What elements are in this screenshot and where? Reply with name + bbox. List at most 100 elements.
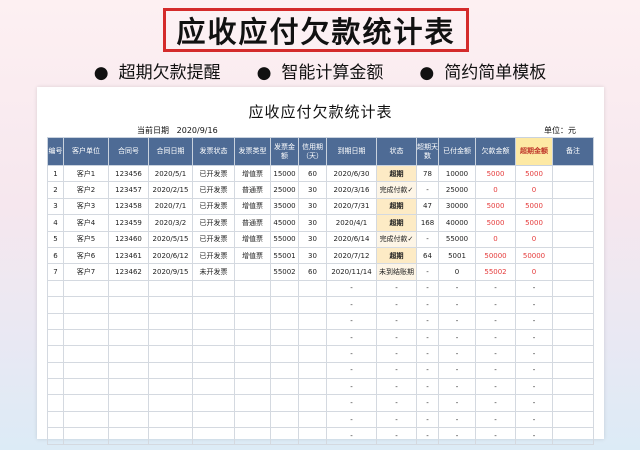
table-cell: - [416,345,439,363]
table-cell: 2020/7/31 [326,197,377,216]
table-cell: 普通票 [234,214,271,232]
table-cell [63,279,109,298]
table-cell: 未到结账期 [376,263,417,281]
table-row: ------ [47,279,594,298]
table-cell [47,279,64,298]
table-cell [234,394,271,412]
table-cell: - [416,279,439,298]
table-cell [270,296,299,314]
table-cell: - [438,410,476,429]
table-cell: - [416,378,439,396]
table-cell: - [475,410,516,429]
table-cell: 增值票 [234,164,271,183]
table-cell [47,361,64,380]
table-cell: 客户3 [63,197,109,216]
table-cell [552,296,594,314]
table-cell [192,279,235,298]
feature-item: ● 超期欠款提醒 [94,58,221,84]
table-cell [63,361,109,380]
table-cell: - [475,361,516,380]
table-cell [270,378,299,396]
table-cell [270,361,299,380]
table-cell: 55002 [270,263,299,281]
table-cell: - [326,394,377,412]
table-row: 5 客户5 123460 2020/5/15 已开发票 增值票 55000 30 2020/6/… [47,230,594,248]
table-cell: 已开发票 [192,230,235,248]
table-cell: - [475,378,516,396]
table-cell: 1 [47,164,64,183]
table-cell [234,427,271,445]
table-cell [148,345,193,363]
table-cell: 2020/5/15 [148,230,193,248]
table-cell: - [326,328,377,347]
table-cell [47,345,64,363]
table-cell: 2020/5/1 [148,164,193,183]
table-cell [234,410,271,429]
table-cell: - [376,328,417,347]
table-cell: 7 [47,263,64,281]
table-cell: - [515,279,553,298]
table-cell [270,394,299,412]
bullet-icon: ● [256,63,272,83]
table-cell: 客户1 [63,164,109,183]
table-cell [234,312,271,330]
table-cell: - [515,296,553,314]
feature-label: 智能计算金额 [281,63,384,83]
table-cell [148,394,193,412]
table-cell [270,279,299,298]
table-cell [47,296,64,314]
table-cell: - [376,410,417,429]
current-date: 当前日期 2020/9/16 [137,125,218,136]
table-cell: 4 [47,214,64,232]
table-cell [63,312,109,330]
table-cell: 已开发票 [192,197,235,216]
table-cell: 0 [475,230,516,248]
table-cell: 60 [298,263,327,281]
table-row: 7 客户7 123462 2020/9/15 未开发票 55002 60 2020/11/14… [47,263,594,281]
table-cell: 30 [298,214,327,232]
table-row: ------ [47,296,594,314]
table-cell [192,361,235,380]
table-cell: - [515,328,553,347]
table-cell [148,296,193,314]
table-cell [270,345,299,363]
table-cell: - [475,279,516,298]
table-cell: 2020/9/15 [148,263,193,281]
table-cell [552,328,594,347]
table-cell: - [416,427,439,445]
table-cell: - [475,312,516,330]
table-cell: 0 [438,263,476,281]
table-cell: 55001 [270,246,299,265]
table-cell [47,410,64,429]
table-cell: - [326,427,377,445]
table-cell: 客户5 [63,230,109,248]
table-cell: 35000 [270,197,299,216]
table-cell: 30 [298,181,327,199]
table-cell: - [438,394,476,412]
table-cell [63,378,109,396]
table-cell [234,279,271,298]
table-cell: - [376,394,417,412]
column-header: 合同号 [108,137,149,166]
table-cell: - [326,312,377,330]
table-cell: 0 [475,181,516,199]
table-cell [108,361,149,380]
table-cell: - [326,410,377,429]
table-cell [108,345,149,363]
table-cell: - [438,328,476,347]
table-cell: 2020/7/1 [148,197,193,216]
table-cell: - [376,345,417,363]
table-cell: 客户4 [63,214,109,232]
table-cell [192,345,235,363]
table-row: ------ [47,328,594,347]
bullet-icon: ● [93,63,109,83]
feature-label: 超期欠款提醒 [118,63,221,83]
table-cell: 55000 [270,230,299,248]
feature-label: 简约简单模板 [444,63,547,83]
table-cell [552,394,594,412]
table-row: 2 客户2 123457 2020/2/15 已开发票 普通票 25000 30 2020/3/… [47,181,594,199]
table-cell: 5000 [515,197,553,216]
column-header: 欠款金额 [475,137,516,166]
column-header: 超期天数 [416,137,439,166]
table-cell: 50000 [515,246,553,265]
